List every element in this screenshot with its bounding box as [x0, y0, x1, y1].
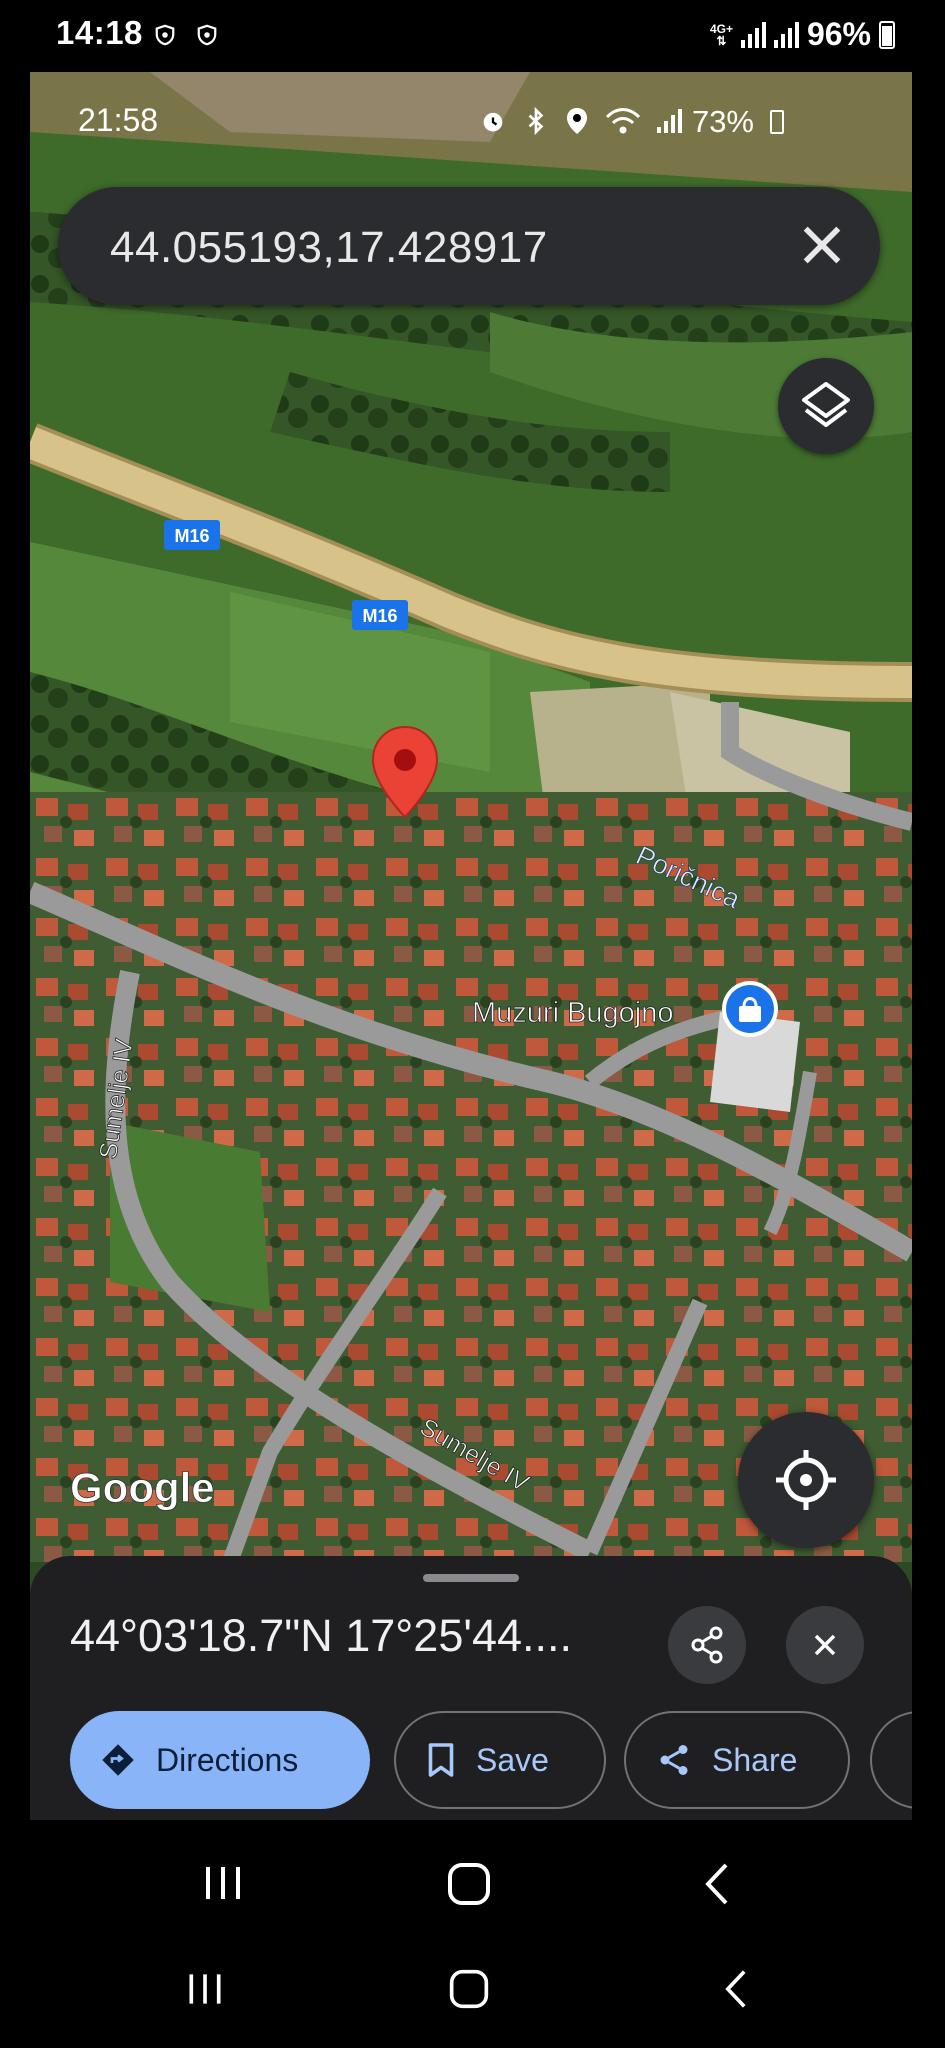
shield-icon: [155, 24, 175, 46]
google-logo: Google: [70, 1464, 215, 1511]
recent-apps-icon[interactable]: [184, 1970, 226, 2008]
route-shield-m16: M16: [164, 520, 220, 550]
screenshot-frame: M16 M16 Poričnica Sumelje IV Sumelje IV …: [30, 72, 912, 1820]
close-icon[interactable]: [794, 217, 850, 273]
svg-text:M16: M16: [174, 526, 209, 546]
share-round-button[interactable]: [668, 1606, 746, 1684]
system-navigation-bar: [0, 1956, 945, 2036]
coordinates-title: 44°03'18.7"N 17°25'44....: [70, 1610, 573, 1661]
captured-status-time: 21:58: [78, 102, 159, 138]
share-icon: [660, 1745, 688, 1775]
signal-icon: [657, 109, 682, 133]
close-icon: [814, 1634, 836, 1656]
svg-text:M16: M16: [362, 606, 397, 626]
back-icon[interactable]: [722, 1968, 750, 2010]
share-icon: [691, 1626, 723, 1664]
home-icon[interactable]: [446, 1861, 492, 1907]
layers-button[interactable]: [778, 358, 874, 454]
location-icon: [567, 108, 587, 134]
more-action-chip[interactable]: [870, 1711, 912, 1809]
share-label: Share: [712, 1741, 798, 1778]
battery-icon: [770, 110, 784, 134]
directions-label: Directions: [156, 1741, 299, 1778]
system-status-bar: 14:18 4G+ ⇅ 96%: [0, 0, 945, 72]
battery-percent: 96%: [806, 16, 871, 52]
my-location-button[interactable]: [738, 1412, 874, 1548]
route-shield-m16: M16: [352, 600, 408, 630]
shield-icon: [197, 24, 217, 46]
directions-icon: [102, 1744, 134, 1776]
signal-icon: [773, 21, 799, 48]
shopping-bag-icon[interactable]: [722, 981, 778, 1037]
wifi-icon: [605, 108, 641, 134]
battery-icon: [879, 20, 895, 49]
home-icon[interactable]: [448, 1968, 490, 2010]
bookmark-icon: [428, 1743, 454, 1777]
place-bottom-sheet[interactable]: 44°03'18.7"N 17°25'44.... Directions Sav…: [30, 1556, 912, 1820]
back-icon[interactable]: [702, 1861, 732, 1907]
save-button[interactable]: Save: [394, 1711, 606, 1809]
recent-apps-icon[interactable]: [200, 1863, 246, 1903]
directions-button[interactable]: Directions: [70, 1711, 370, 1809]
captured-battery-percent: 73%: [691, 104, 754, 139]
signal-icon: [740, 21, 766, 48]
save-label: Save: [476, 1741, 549, 1778]
share-button[interactable]: Share: [624, 1711, 850, 1809]
sheet-handle[interactable]: [423, 1574, 519, 1582]
layers-icon: [802, 382, 850, 427]
place-label-muzuri-bugojno[interactable]: Muzuri Bugojno: [472, 997, 674, 1030]
alarm-icon: [483, 112, 503, 132]
bluetooth-icon: [528, 107, 544, 135]
search-bar[interactable]: 44.055193,17.428917: [58, 187, 880, 305]
search-input[interactable]: 44.055193,17.428917: [110, 223, 548, 273]
close-sheet-button[interactable]: [786, 1606, 864, 1684]
captured-navigation-bar: [0, 1843, 945, 1923]
network-type-icon: 4G+ ⇅: [709, 21, 733, 48]
crosshair-icon: [776, 1450, 836, 1510]
captured-status-bar: 21:58 73%: [30, 102, 912, 152]
status-time: 14:18: [56, 14, 143, 51]
